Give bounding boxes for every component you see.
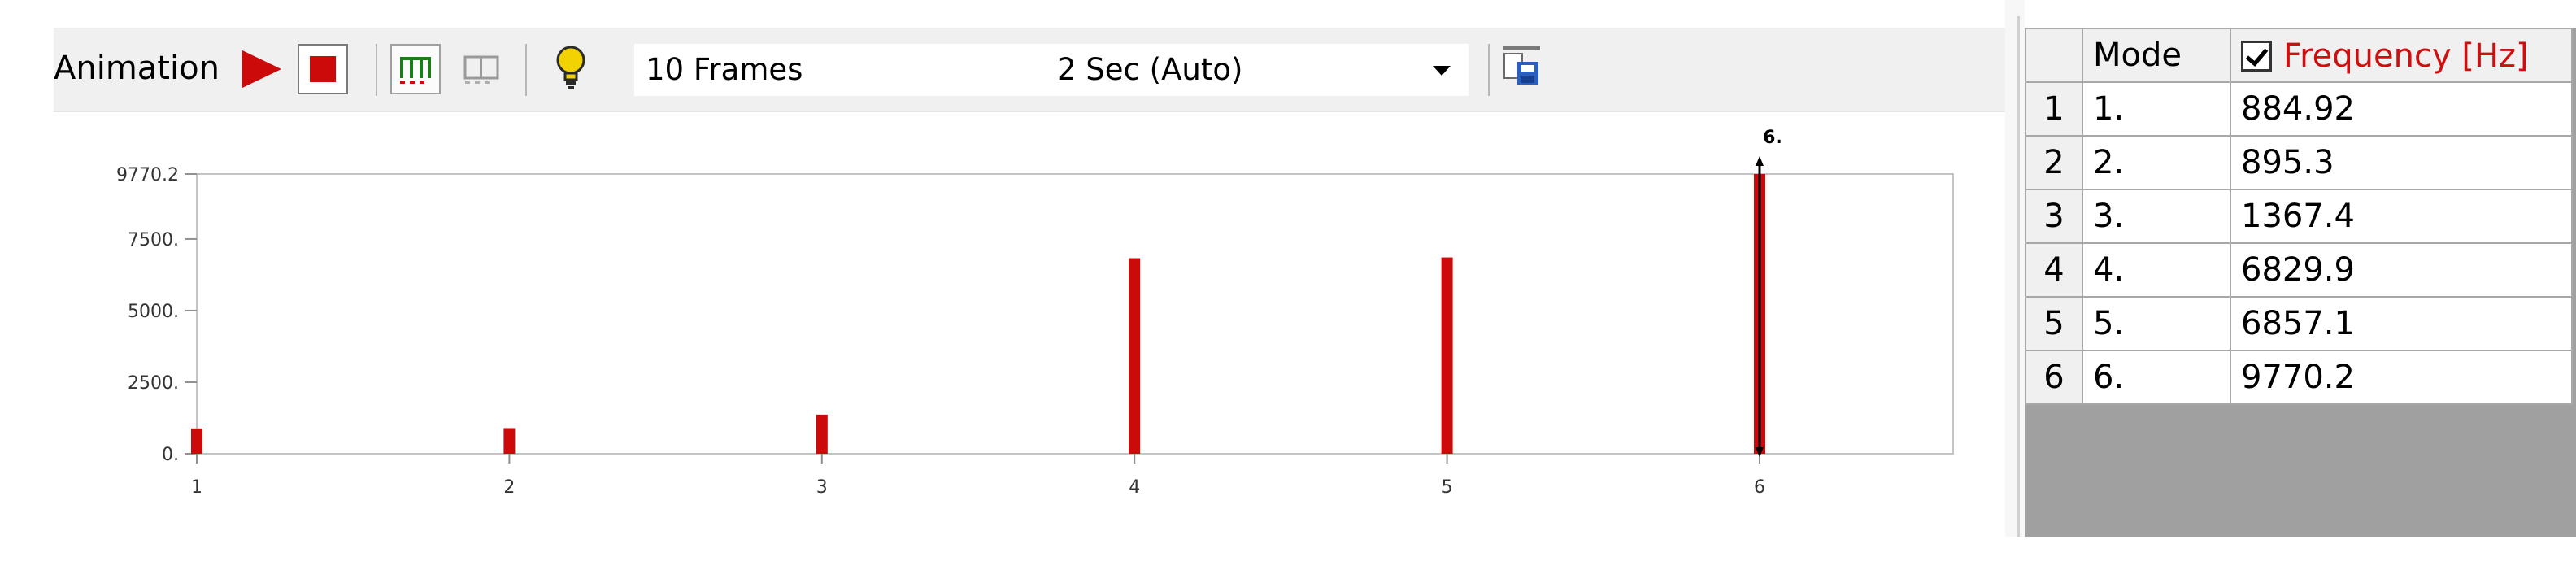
mode-cell[interactable]: 3. (2082, 189, 2231, 244)
table-row[interactable]: 3 3. 1367.4 (2025, 189, 2573, 244)
play-icon[interactable] (239, 47, 283, 91)
table-header-row: Mode Frequency [Hz] (2025, 28, 2573, 83)
mode-cell[interactable]: 1. (2082, 81, 2231, 137)
toolbar-separator (525, 44, 527, 96)
frequency-cell[interactable]: 895.3 (2230, 135, 2573, 190)
y-tick-label: 5000. (128, 302, 179, 322)
frequency-header-label: Frequency [Hz] (2283, 37, 2529, 75)
pane-splitter[interactable] (2005, 0, 2025, 537)
y-tick-label: 2500. (128, 373, 179, 394)
frequency-cell[interactable]: 884.92 (2230, 81, 2573, 137)
row-number-cell[interactable]: 4 (2025, 242, 2083, 298)
frames-select[interactable]: 10 Frames (634, 44, 1107, 96)
frequency-bar[interactable] (503, 428, 516, 454)
selected-mode-label: 6. (1763, 128, 1782, 148)
frequency-checkbox[interactable] (2241, 41, 2272, 72)
x-tick-label: 5 (1442, 477, 1453, 498)
x-tick-label: 4 (1129, 477, 1140, 498)
x-tick-label: 2 (503, 477, 515, 498)
x-tick-label: 6 (1754, 477, 1765, 498)
chevron-down-icon[interactable] (1433, 66, 1451, 76)
frequency-cell[interactable]: 6857.1 (2230, 296, 2573, 351)
table-row[interactable]: 5 5. 6857.1 (2025, 296, 2573, 351)
frequency-bar-chart: 9770.2 7500. 5000. 2500. 0. 1 2 3 4 5 6 6. (54, 114, 2005, 566)
row-number-cell[interactable]: 2 (2025, 135, 2083, 190)
result-sets-icon[interactable] (460, 47, 504, 91)
chart-svg: 9770.2 7500. 5000. 2500. 0. 1 2 3 4 5 6 6. (116, 128, 1954, 498)
frequency-table: Mode Frequency [Hz] 1 1. 884.92 2 2. 895.3 3 3.… (2025, 28, 2573, 405)
stop-icon[interactable] (298, 44, 348, 94)
frequency-bar[interactable] (1441, 257, 1453, 454)
duration-select-value: 2 Sec (Auto) (1057, 52, 1243, 87)
y-tick-label: 7500. (128, 230, 179, 250)
mode-cell[interactable]: 4. (2082, 242, 2231, 298)
row-header-corner (2025, 28, 2083, 83)
row-number-cell[interactable]: 5 (2025, 296, 2083, 351)
toolbar-separator (1488, 44, 1490, 96)
duration-select[interactable]: 2 Sec (Auto) (1046, 44, 1469, 96)
frequency-bar[interactable] (191, 428, 202, 454)
table-row[interactable]: 4 4. 6829.9 (2025, 242, 2573, 298)
row-number-cell[interactable]: 6 (2025, 350, 2083, 405)
export-video-icon[interactable] (1496, 41, 1545, 91)
mode-cell[interactable]: 6. (2082, 350, 2231, 405)
table-row[interactable]: 1 1. 884.92 (2025, 81, 2573, 137)
x-tick-label: 1 (191, 477, 202, 498)
frames-select-value: 10 Frames (646, 52, 803, 87)
y-tick-label: 9770.2 (116, 165, 179, 185)
mode-cell[interactable]: 2. (2082, 135, 2231, 190)
y-tick-label: 0. (162, 445, 179, 465)
animation-label: Animation (54, 50, 220, 87)
animation-toolbar: Animation 10 Frames 2 Sec (Auto) (54, 28, 2005, 112)
frequency-bar[interactable] (1129, 258, 1141, 454)
splitter-line (2017, 16, 2020, 537)
row-number-cell[interactable]: 3 (2025, 189, 2083, 244)
tabular-data-pane: Mode Frequency [Hz] 1 1. 884.92 2 2. 895.3 3 3.… (2025, 28, 2576, 537)
table-row[interactable]: 2 2. 895.3 (2025, 135, 2573, 190)
frequency-cell[interactable]: 9770.2 (2230, 350, 2573, 405)
table-row[interactable]: 6 6. 9770.2 (2025, 350, 2573, 405)
plot-frame (196, 173, 1954, 455)
x-tick-label: 3 (816, 477, 828, 498)
frequency-bar[interactable] (816, 414, 828, 454)
selected-mode-marker-cap (1756, 156, 1764, 166)
frequency-column-header[interactable]: Frequency [Hz] (2230, 28, 2573, 83)
row-number-cell[interactable]: 1 (2025, 81, 2083, 137)
mode-cell[interactable]: 5. (2082, 296, 2231, 351)
graph-pane: Animation 10 Frames 2 Sec (Auto) 9770.2 … (0, 0, 2005, 566)
mode-column-header[interactable]: Mode (2082, 28, 2231, 83)
distributed-frames-icon[interactable] (390, 44, 441, 94)
frequency-cell[interactable]: 6829.9 (2230, 242, 2573, 298)
toolbar-separator (376, 44, 377, 96)
lightbulb-icon[interactable] (546, 42, 595, 94)
frequency-cell[interactable]: 1367.4 (2230, 189, 2573, 244)
